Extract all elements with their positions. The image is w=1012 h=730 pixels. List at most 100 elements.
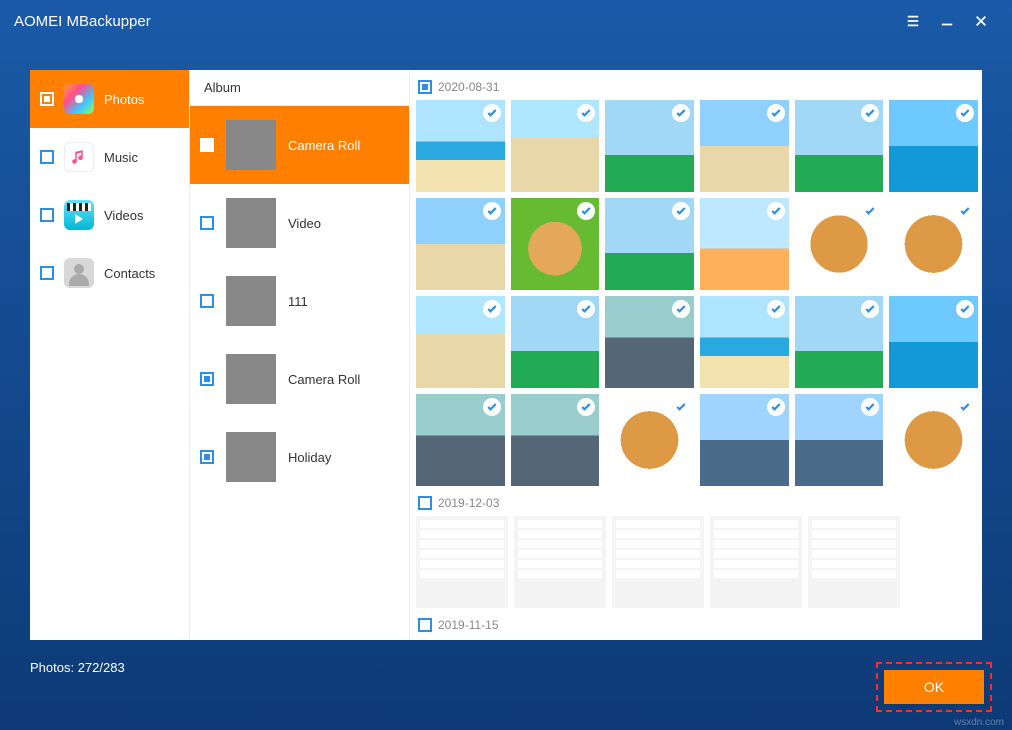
album-holiday[interactable]: Holiday <box>190 418 409 496</box>
selected-check-icon <box>956 398 974 416</box>
category-contacts[interactable]: Contacts <box>30 244 189 302</box>
checkbox-icon[interactable] <box>418 496 432 510</box>
checkbox-icon[interactable] <box>40 208 54 222</box>
photo-thumbnail[interactable] <box>700 296 789 388</box>
category-panel: Photos Music Videos Contacts <box>30 70 190 640</box>
date-group-header[interactable]: 2019-11-15 <box>416 614 978 638</box>
photo-thumbnail[interactable] <box>416 394 505 486</box>
date-label: 2019-12-03 <box>438 496 499 510</box>
selected-check-icon <box>483 300 501 318</box>
photo-thumbnail[interactable] <box>511 296 600 388</box>
selected-check-icon <box>577 104 595 122</box>
category-label: Photos <box>104 92 144 107</box>
checkbox-icon[interactable] <box>200 372 214 386</box>
date-group-header[interactable]: 2019-12-03 <box>416 492 978 516</box>
selected-check-icon <box>956 300 974 318</box>
selected-check-icon <box>672 104 690 122</box>
photo-thumbnail[interactable] <box>511 198 600 290</box>
photo-thumbnail[interactable] <box>795 198 884 290</box>
photo-thumbnail[interactable] <box>416 296 505 388</box>
watermark: wsxdn.com <box>954 717 1004 728</box>
album-thumbnail <box>226 120 276 170</box>
album-label: Camera Roll <box>288 372 360 387</box>
selected-check-icon <box>672 300 690 318</box>
album-label: Holiday <box>288 450 331 465</box>
checkbox-icon[interactable] <box>40 150 54 164</box>
photo-thumbnail[interactable] <box>795 394 884 486</box>
selected-check-icon <box>577 398 595 416</box>
album-video[interactable]: Video <box>190 184 409 262</box>
photo-thumbnail[interactable] <box>889 198 978 290</box>
photo-thumbnail[interactable] <box>808 516 900 608</box>
ok-button[interactable]: OK <box>884 670 984 704</box>
checkbox-icon[interactable] <box>418 80 432 94</box>
category-music[interactable]: Music <box>30 128 189 186</box>
selected-check-icon <box>577 300 595 318</box>
photo-thumbnail[interactable] <box>795 100 884 192</box>
date-group: 2019-12-03 <box>416 492 978 608</box>
photo-thumbnail[interactable] <box>605 394 694 486</box>
checkbox-icon[interactable] <box>418 618 432 632</box>
music-icon <box>64 142 94 172</box>
album-camera-roll-1[interactable]: Camera Roll <box>190 106 409 184</box>
album-111[interactable]: 111 <box>190 262 409 340</box>
photo-thumbnail[interactable] <box>889 394 978 486</box>
album-camera-roll-2[interactable]: Camera Roll <box>190 340 409 418</box>
selected-check-icon <box>483 398 501 416</box>
date-group-header[interactable]: 2020-08-31 <box>416 76 978 100</box>
photos-icon <box>64 84 94 114</box>
checkbox-icon[interactable] <box>40 92 54 106</box>
photo-thumbnail[interactable] <box>889 296 978 388</box>
photo-thumbnail[interactable] <box>511 394 600 486</box>
selected-check-icon <box>956 104 974 122</box>
selection-counter: Photos: 272/283 <box>30 660 125 675</box>
date-label: 2020-08-31 <box>438 80 499 94</box>
selected-check-icon <box>861 202 879 220</box>
main-window: Photos Music Videos Contacts Album Camer… <box>30 70 982 640</box>
photo-thumbnail[interactable] <box>612 516 704 608</box>
selected-check-icon <box>861 398 879 416</box>
photo-thumbnail[interactable] <box>416 198 505 290</box>
category-label: Music <box>104 150 138 165</box>
checkbox-icon[interactable] <box>40 266 54 280</box>
checkbox-icon[interactable] <box>200 294 214 308</box>
videos-icon <box>64 200 94 230</box>
category-label: Videos <box>104 208 144 223</box>
photo-grid-panel[interactable]: 2020-08-31 2019-12-03 2019-11-15 <box>410 70 982 640</box>
selected-check-icon <box>861 300 879 318</box>
album-thumbnail <box>226 198 276 248</box>
list-view-icon[interactable] <box>896 7 930 35</box>
photo-thumbnail[interactable] <box>795 296 884 388</box>
selected-check-icon <box>577 202 595 220</box>
album-header: Album <box>190 70 409 106</box>
minimize-button[interactable] <box>930 7 964 35</box>
date-label: 2019-11-15 <box>438 618 499 632</box>
photo-thumbnail[interactable] <box>514 516 606 608</box>
photo-thumbnail[interactable] <box>710 516 802 608</box>
selected-check-icon <box>672 202 690 220</box>
photo-thumbnail[interactable] <box>700 100 789 192</box>
album-thumbnail <box>226 432 276 482</box>
date-group: 2019-11-15 <box>416 614 978 638</box>
close-button[interactable] <box>964 7 998 35</box>
album-label: Camera Roll <box>288 138 360 153</box>
category-videos[interactable]: Videos <box>30 186 189 244</box>
app-title: AOMEI MBackupper <box>14 13 151 30</box>
photo-thumbnail[interactable] <box>700 394 789 486</box>
photo-thumbnail[interactable] <box>605 100 694 192</box>
photo-thumbnail[interactable] <box>511 100 600 192</box>
album-thumbnail <box>226 276 276 326</box>
checkbox-icon[interactable] <box>200 216 214 230</box>
checkbox-icon[interactable] <box>200 450 214 464</box>
category-label: Contacts <box>104 266 155 281</box>
selected-check-icon <box>483 104 501 122</box>
photo-thumbnail[interactable] <box>416 516 508 608</box>
photo-thumbnail[interactable] <box>889 100 978 192</box>
photo-thumbnail[interactable] <box>416 100 505 192</box>
photo-thumbnail[interactable] <box>605 198 694 290</box>
checkbox-icon[interactable] <box>200 138 214 152</box>
category-photos[interactable]: Photos <box>30 70 189 128</box>
photo-thumbnail[interactable] <box>700 198 789 290</box>
photo-thumbnail[interactable] <box>605 296 694 388</box>
ok-highlight: OK <box>876 662 992 712</box>
